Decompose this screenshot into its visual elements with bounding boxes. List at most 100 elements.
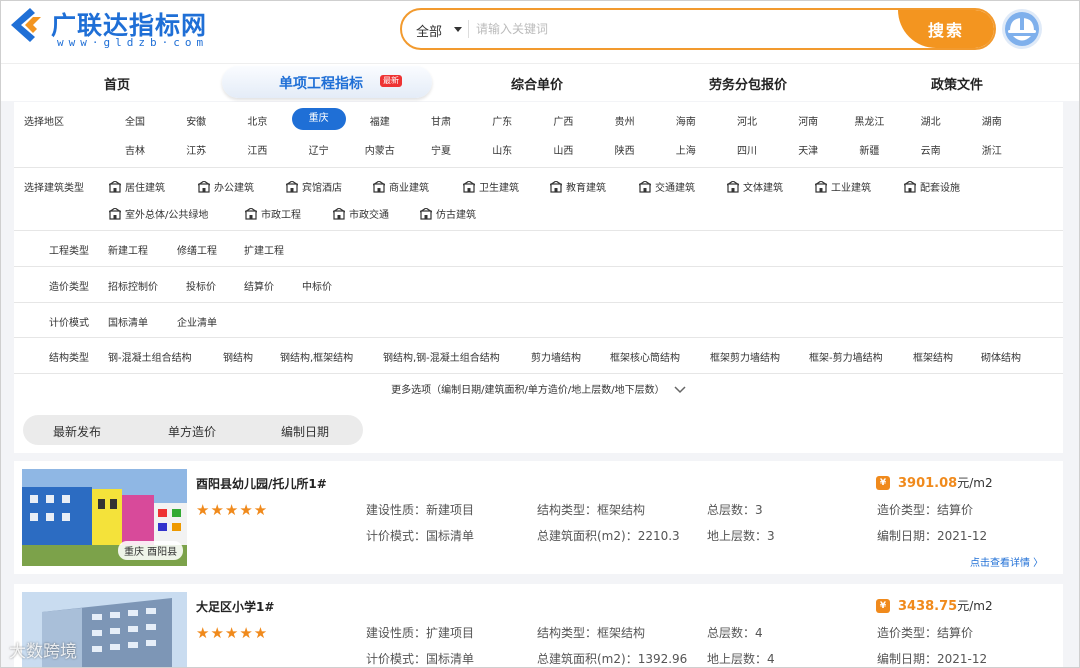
nav-active-label: 单项工程指标 (279, 76, 363, 92)
location-tag: 重庆 酉阳县 (118, 541, 184, 560)
result-card[interactable]: 重庆 酉阳县 酉阳县幼儿园/托儿所1# ★★★★★ 建设性质：新建项目 计价模式… (14, 461, 1063, 574)
building-type-option[interactable]: 教育建筑 (550, 179, 606, 194)
region-option[interactable]: 安徽 (169, 113, 223, 128)
more-options[interactable]: 更多选项（编制日期/建筑面积/单方造价/地上层数/地下层数） (14, 381, 1063, 396)
structure-type-option[interactable]: 钢结构 (223, 349, 253, 364)
building-icon (198, 180, 210, 193)
structure-type-option[interactable]: 砌体结构 (981, 349, 1021, 364)
building-type-label: 居住建筑 (125, 183, 165, 194)
region-option[interactable]: 黑龙江 (842, 113, 896, 128)
building-type-label: 工业建筑 (831, 183, 871, 194)
total-area: 总建筑面积(m2)：1392.96 (537, 652, 688, 666)
building-type-option[interactable]: 市政交通 (333, 206, 389, 221)
search-button[interactable]: 搜索 (898, 10, 994, 48)
nav-unit-price[interactable]: 综合单价 (511, 74, 563, 93)
region-option[interactable]: 全国 (108, 113, 162, 128)
building-type-option[interactable]: 居住建筑 (109, 179, 165, 194)
building-icon (109, 180, 121, 193)
view-details-link[interactable]: 点击查看详情 〉 (970, 554, 1043, 569)
structure-type-option[interactable]: 钢结构,框架结构 (280, 349, 353, 364)
region-option[interactable]: 湖南 (965, 113, 1019, 128)
sort-date[interactable]: 编制日期 (281, 423, 329, 440)
region-option[interactable]: 内蒙古 (353, 142, 407, 157)
building-type-option[interactable]: 文体建筑 (727, 179, 783, 194)
building-type-option[interactable]: 卫生建筑 (463, 179, 519, 194)
region-option[interactable]: 四川 (720, 142, 774, 157)
nav-single-project-index[interactable]: 单项工程指标 最新 (222, 66, 432, 98)
region-option[interactable]: 浙江 (965, 142, 1019, 157)
logo-url: www·gldzb·com (57, 36, 209, 49)
building-type-option[interactable]: 配套设施 (904, 179, 960, 194)
structure-type-option[interactable]: 框架结构 (913, 349, 953, 364)
region-option[interactable]: 山西 (536, 142, 590, 157)
region-option[interactable]: 天津 (781, 142, 835, 157)
star-rating: ★★★★★ (196, 501, 269, 519)
structure-type-option[interactable]: 钢-混凝土组合结构 (108, 349, 192, 364)
region-option[interactable]: 吉林 (108, 142, 162, 157)
region-option[interactable]: 江苏 (169, 142, 223, 157)
pricing-mode-enterprise[interactable]: 企业清单 (177, 314, 217, 329)
project-thumbnail[interactable]: 重庆 酉阳县 (22, 469, 187, 566)
region-option[interactable]: 新疆 (842, 142, 896, 157)
site-logo[interactable]: 广联达指标网 www·gldzb·com (11, 6, 231, 54)
search-bar: 全部 搜索 (400, 8, 996, 50)
project-type-new[interactable]: 新建工程 (108, 242, 148, 257)
search-input[interactable] (476, 18, 896, 40)
project-type-row: 工程类型 新建工程 修缮工程 扩建工程 (14, 231, 1063, 267)
sort-unit-cost[interactable]: 单方造价 (168, 423, 216, 440)
structure-type-option[interactable]: 框架-剪力墙结构 (809, 349, 883, 364)
search-scope-select[interactable]: 全部 (416, 21, 442, 40)
building-type-option[interactable]: 商业建筑 (373, 179, 429, 194)
region-option[interactable]: 河南 (781, 113, 835, 128)
cost-type-settle[interactable]: 结算价 (244, 278, 274, 293)
nav-policy[interactable]: 政策文件 (931, 74, 983, 93)
region-option[interactable]: 云南 (904, 142, 958, 157)
region-option[interactable]: 贵州 (598, 113, 652, 128)
project-title[interactable]: 大足区小学1# (196, 598, 274, 615)
region-option[interactable]: 广西 (536, 113, 590, 128)
structure-type-option[interactable]: 框架剪力墙结构 (710, 349, 780, 364)
project-type-expand[interactable]: 扩建工程 (244, 242, 284, 257)
region-option[interactable]: 福建 (353, 113, 407, 128)
region-option[interactable]: 湖北 (904, 113, 958, 128)
more-options-label: 更多选项（编制日期/建筑面积/单方造价/地上层数/地下层数） (391, 385, 665, 396)
region-option[interactable]: 广东 (475, 113, 529, 128)
cost-type-winning[interactable]: 中标价 (302, 278, 332, 293)
region-option[interactable]: 上海 (659, 142, 713, 157)
region-option[interactable]: 河北 (720, 113, 774, 128)
region-option[interactable]: 陕西 (598, 142, 652, 157)
region-option[interactable]: 海南 (659, 113, 713, 128)
price-tag-icon: ¥ (876, 476, 890, 490)
structure-type-option[interactable]: 框架核心筒结构 (610, 349, 680, 364)
region-option[interactable]: 重庆 (291, 108, 346, 130)
building-type-option[interactable]: 仿古建筑 (420, 206, 476, 221)
building-type-option[interactable]: 办公建筑 (198, 179, 254, 194)
region-option[interactable]: 江西 (230, 142, 284, 157)
building-type-option[interactable]: 交通建筑 (639, 179, 695, 194)
region-option[interactable]: 宁夏 (414, 142, 468, 157)
building-type-option[interactable]: 室外总体/公共绿地 (109, 206, 208, 221)
logo-icon (11, 8, 41, 42)
pricing-mode: 计价模式：国标清单 (366, 652, 475, 666)
project-title[interactable]: 酉阳县幼儿园/托儿所1# (196, 475, 327, 492)
region-option[interactable]: 辽宁 (292, 142, 346, 157)
user-avatar-icon[interactable] (1002, 9, 1042, 49)
building-type-option[interactable]: 工业建筑 (815, 179, 871, 194)
sort-latest[interactable]: 最新发布 (53, 423, 101, 440)
building-type-option[interactable]: 宾馆酒店 (286, 179, 342, 194)
region-option[interactable]: 山东 (475, 142, 529, 157)
nav-labor-quote[interactable]: 劳务分包报价 (709, 74, 787, 93)
region-option[interactable]: 甘肃 (414, 113, 468, 128)
structure-type-option[interactable]: 剪力墙结构 (531, 349, 581, 364)
structure-type-option[interactable]: 钢结构,钢-混凝土组合结构 (383, 349, 500, 364)
project-type-repair[interactable]: 修缮工程 (177, 242, 217, 257)
nav-home[interactable]: 首页 (104, 74, 130, 93)
cost-type-bid[interactable]: 投标价 (186, 278, 216, 293)
building-type-option[interactable]: 市政工程 (245, 206, 301, 221)
result-card[interactable]: 大足区小学1# ★★★★★ 建设性质：扩建项目 计价模式：国标清单 结构类型：框… (14, 584, 1063, 667)
region-option[interactable]: 北京 (230, 113, 284, 128)
building-type-label: 卫生建筑 (479, 183, 519, 194)
cost-type-control[interactable]: 招标控制价 (108, 278, 158, 293)
pricing-mode-national[interactable]: 国标清单 (108, 314, 148, 329)
caret-down-icon[interactable] (454, 27, 462, 32)
